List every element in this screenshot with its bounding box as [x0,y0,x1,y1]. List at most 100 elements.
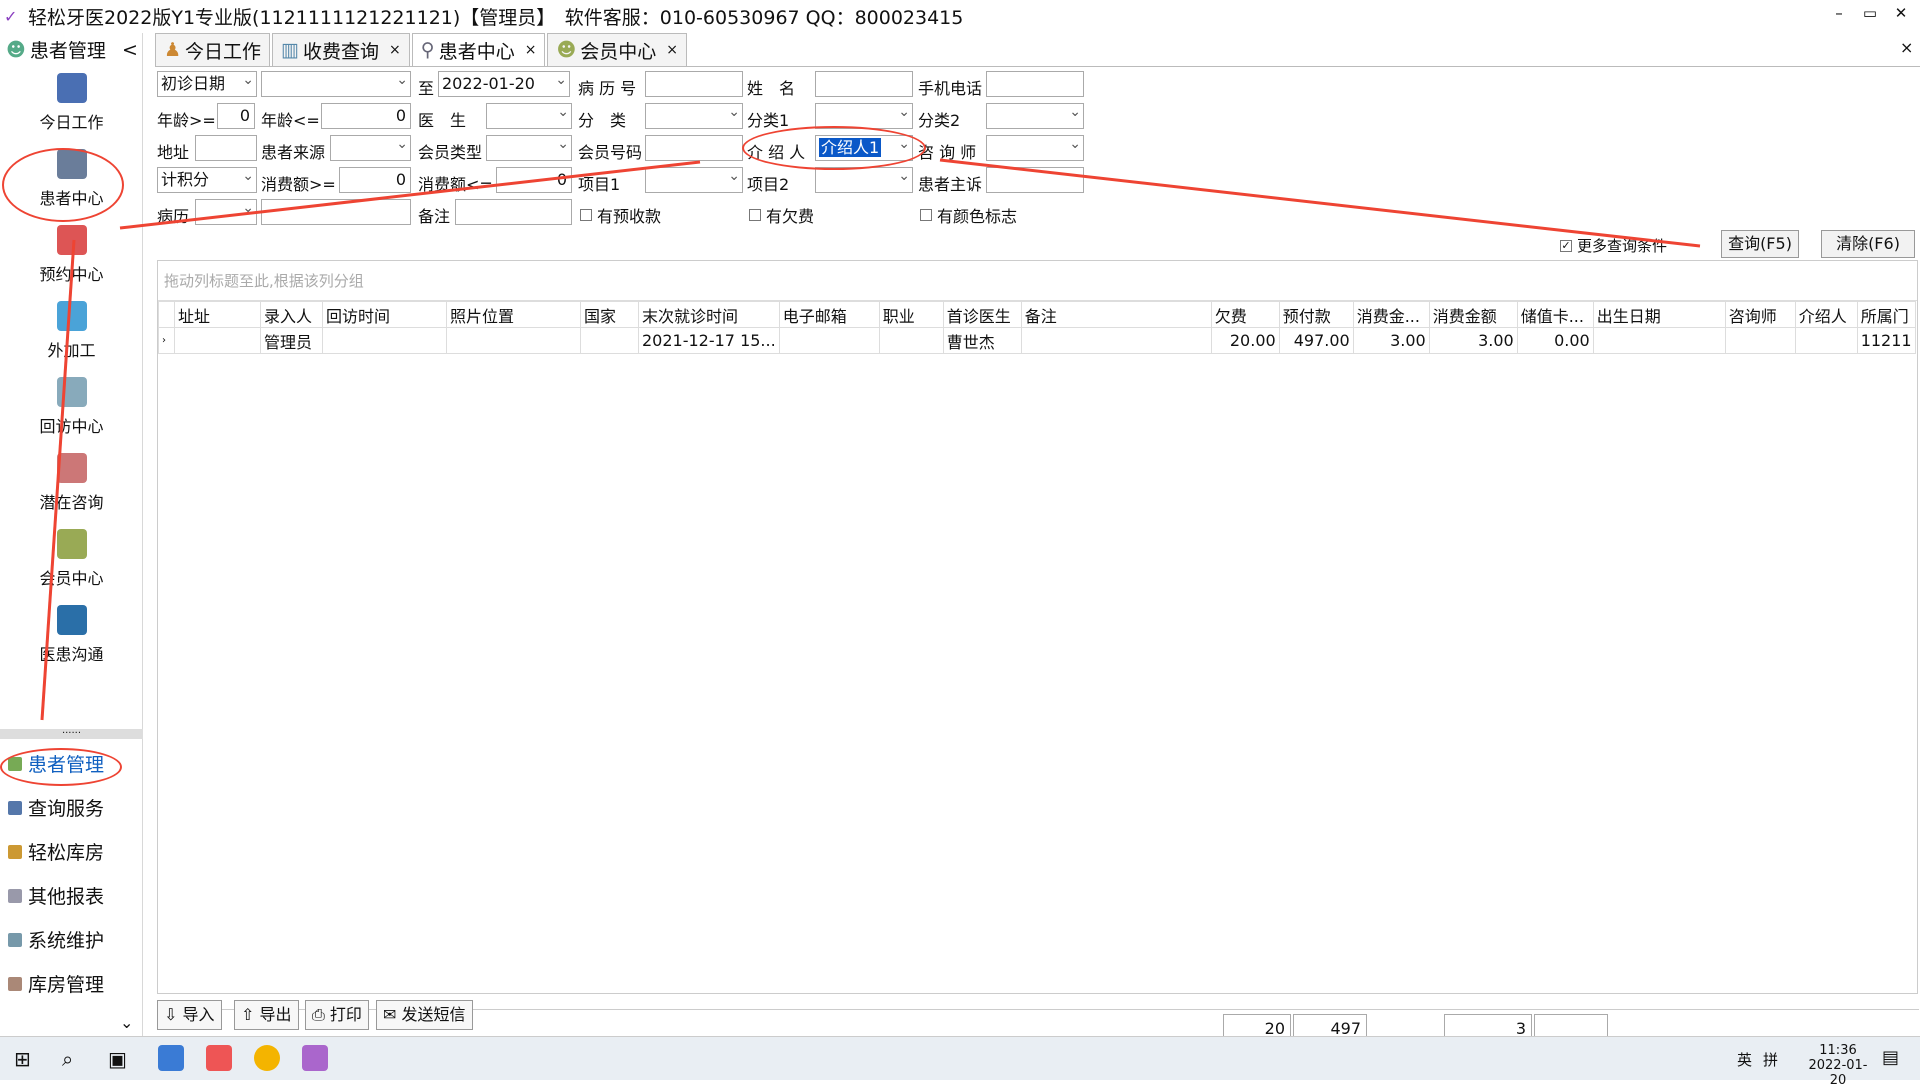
table-cell[interactable]: 11211 [1856,327,1916,354]
column-header[interactable]: 回访时间 [322,301,447,328]
tab-member-center[interactable]: ☻ 会员中心 × [547,33,687,66]
complaint-input[interactable] [986,167,1084,193]
splitter[interactable]: ...... [0,726,143,739]
export-button[interactable]: ⇧ 导出 [234,1000,299,1030]
age-ge-input[interactable]: 0 [217,103,255,129]
date-to-input[interactable]: 2022-01-20 [438,71,570,97]
table-cell[interactable]: 0.00 [1516,327,1594,354]
clear-button[interactable]: 清除(F6) [1821,230,1915,258]
member-type-select[interactable] [486,135,572,161]
column-header[interactable]: 出生日期 [1592,301,1726,328]
date-type-select[interactable]: 初诊日期 [157,71,257,97]
points-select[interactable]: 计积分 [157,167,257,193]
column-header[interactable]: 职业 [878,301,944,328]
nav-stock[interactable]: 库房管理 [8,970,104,997]
clock[interactable]: 11:36 2022-01-20 [1808,1043,1868,1088]
column-header[interactable]: 欠费 [1210,301,1280,328]
column-header[interactable]: 储值卡... [1516,301,1594,328]
table-cell[interactable] [322,327,447,354]
table-cell[interactable]: 管理员 [260,327,323,354]
tile-followup[interactable]: 回访中心 [0,377,143,437]
column-header[interactable]: 咨询师 [1724,301,1796,328]
consultant-select[interactable] [986,135,1084,161]
table-cell[interactable] [446,327,581,354]
nav-system[interactable]: 系统维护 [8,926,104,953]
date-from-input[interactable] [261,71,411,97]
ime-pinyin[interactable]: 拼 [1763,1049,1778,1070]
record-no-input[interactable] [645,71,743,97]
column-header[interactable]: 末次就诊时间 [638,301,780,328]
table-cell[interactable]: 曹世杰 [942,327,1022,354]
search-icon[interactable]: ⌕ [62,1047,73,1071]
spend-le-input[interactable]: 0 [496,167,572,193]
table-cell[interactable] [1724,327,1796,354]
item1-select[interactable] [645,167,743,193]
chevron-down-icon[interactable]: ⌄ [120,1013,133,1032]
send-sms-button[interactable]: ✉ 发送短信 [376,1000,473,1030]
tab-today-work[interactable]: ♟ 今日工作 [155,33,271,66]
collapse-button[interactable]: < [122,39,138,61]
age-le-input[interactable]: 0 [321,103,411,129]
group-by-area[interactable]: 拖动列标题至此,根据该列分组 [158,261,1917,301]
tile-today-work[interactable]: 今日工作 [0,73,143,133]
table-cell[interactable] [1592,327,1726,354]
member-no-input[interactable] [645,135,743,161]
column-header[interactable]: 录入人 [260,301,323,328]
column-header[interactable]: 照片位置 [446,301,581,328]
tile-member-center[interactable]: 会员中心 [0,529,143,589]
table-cell[interactable] [1020,327,1212,354]
column-header[interactable]: 电子邮箱 [778,301,880,328]
tile-consult[interactable]: 潜在咨询 [0,453,143,513]
tile-communication[interactable]: 医患沟通 [0,605,143,665]
notification-icon[interactable]: ▤ [1882,1047,1899,1068]
address-input[interactable] [195,135,257,161]
category-select[interactable] [645,103,743,129]
close-window-button[interactable]: ✕ [1886,4,1916,22]
table-cell[interactable]: 20.00 [1210,327,1280,354]
column-header[interactable]: 址址 [174,301,261,328]
cat2-select[interactable] [986,103,1084,129]
table-cell[interactable] [878,327,944,354]
tab-patient-center[interactable]: ⚲ 患者中心 × [411,33,546,66]
column-header[interactable]: 国家 [580,301,639,328]
column-header[interactable]: 首诊医生 [942,301,1022,328]
windows-start-icon[interactable]: ⊞ [14,1047,31,1071]
name-input[interactable] [815,71,913,97]
prepay-checkbox[interactable]: 有预收款 [580,203,661,227]
column-header[interactable]: 消费金额 [1428,301,1518,328]
import-button[interactable]: ⇩ 导入 [157,1000,222,1030]
query-button[interactable]: 查询(F5) [1721,230,1799,258]
color-checkbox[interactable]: 有颜色标志 [920,203,1017,227]
history-select[interactable] [195,199,257,225]
ime-english[interactable]: 英 [1737,1049,1752,1070]
table-cell[interactable] [174,327,261,354]
nav-reports[interactable]: 其他报表 [8,882,104,909]
tile-appointment[interactable]: 预约中心 [0,225,143,285]
table-cell[interactable] [580,327,639,354]
nav-warehouse[interactable]: 轻松库房 [8,838,104,865]
item2-select[interactable] [815,167,913,193]
column-header[interactable]: 消费金... [1352,301,1430,328]
task-view-icon[interactable]: ▣ [108,1047,127,1071]
panel-close-button[interactable]: × [1900,38,1913,57]
table-cell[interactable]: 2021-12-17 15... [638,327,780,354]
history-input[interactable] [261,199,411,225]
tab-fee-query[interactable]: ▥ 收费查询 × [272,33,410,66]
table-cell[interactable]: 3.00 [1428,327,1518,354]
table-row[interactable]: › 管理员 2021-12-17 15... 曹世杰 20.00 497.00 … [158,327,1916,354]
more-conditions-checkbox[interactable]: ✓ 更多查询条件 [1560,235,1667,256]
minimize-button[interactable]: – [1824,4,1854,22]
dental-app-icon[interactable] [302,1045,328,1071]
maximize-button[interactable]: ▭ [1855,4,1885,22]
print-button[interactable]: ⎙ 打印 [305,1000,369,1030]
column-header[interactable]: 备注 [1020,301,1212,328]
table-cell[interactable]: 497.00 [1278,327,1354,354]
app-check-icon[interactable] [206,1045,232,1071]
phone-input[interactable] [986,71,1084,97]
source-select[interactable] [330,135,411,161]
spend-ge-input[interactable]: 0 [339,167,411,193]
doctor-select[interactable] [486,103,572,129]
column-header[interactable]: 介绍人 [1794,301,1858,328]
tab-close-icon[interactable]: × [666,42,678,58]
nav-query-service[interactable]: 查询服务 [8,794,104,821]
